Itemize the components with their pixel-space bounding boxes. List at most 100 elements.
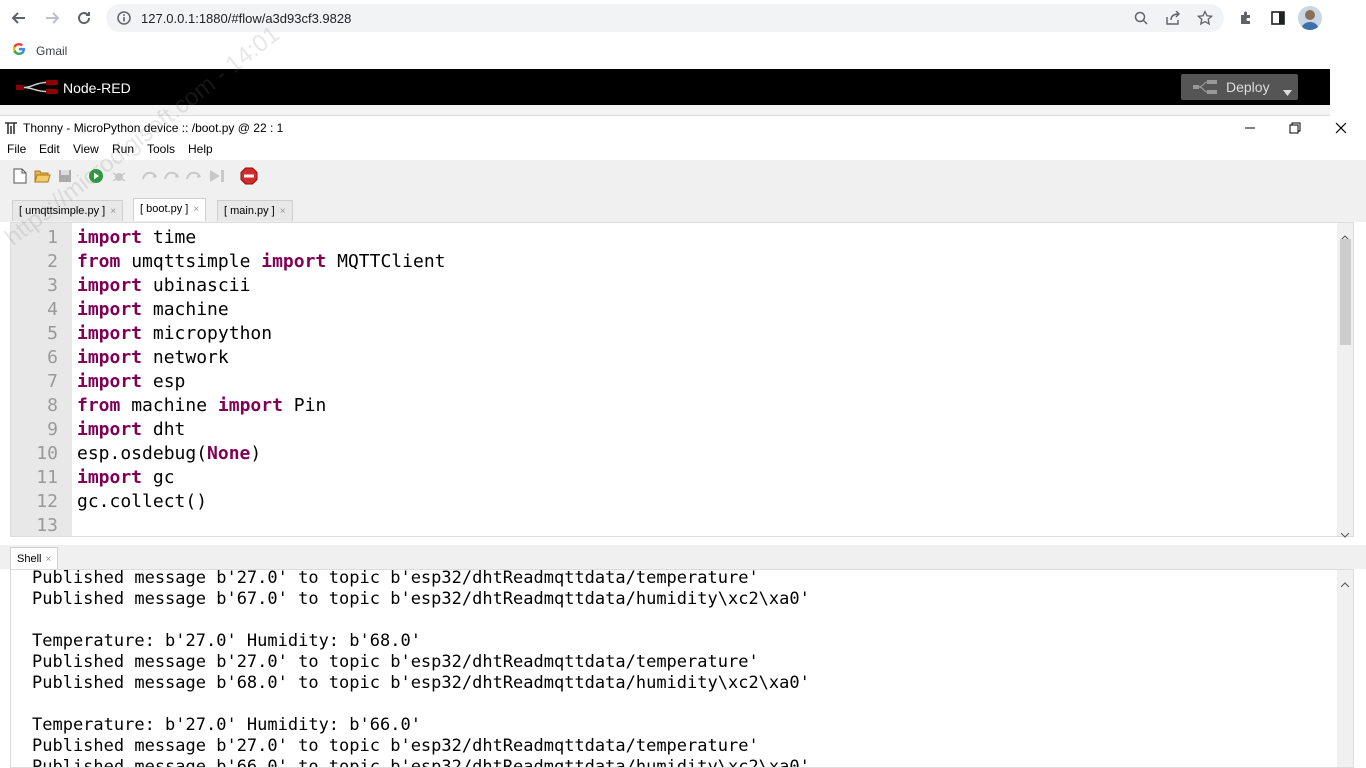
keyword: import bbox=[77, 371, 143, 392]
tab-label: [ boot.py ] bbox=[140, 203, 189, 215]
url-text: 127.0.0.1:1880/#flow/a3d93cf3.9828 bbox=[141, 11, 352, 26]
bookmark-gmail[interactable]: Gmail bbox=[12, 42, 67, 59]
keyword: import bbox=[77, 419, 143, 440]
tab-shell[interactable]: Shell × bbox=[10, 547, 59, 569]
code-text: MQTTClient bbox=[326, 251, 446, 272]
tab-umqttsimple[interactable]: [ umqttsimple.py ] × bbox=[12, 200, 124, 221]
shell-console[interactable]: Published message b'27.0' to topic b'esp… bbox=[10, 569, 1354, 768]
tab-close-icon[interactable]: × bbox=[45, 554, 51, 565]
scroll-up-icon[interactable] bbox=[1340, 574, 1350, 592]
forward-icon[interactable] bbox=[41, 7, 63, 29]
new-file-icon[interactable] bbox=[11, 167, 29, 185]
code-line: import machine bbox=[77, 299, 229, 320]
line-number: 11 bbox=[36, 467, 58, 488]
tab-close-icon[interactable]: × bbox=[280, 206, 286, 217]
code-line: import esp bbox=[77, 371, 185, 392]
info-icon[interactable] bbox=[115, 9, 133, 27]
code-editor[interactable]: 1 2 3 4 5 6 7 8 9 10 11 12 13 import time from umqtts… bbox=[10, 222, 1354, 538]
code-text: dht bbox=[142, 419, 186, 440]
code-line: import gc bbox=[77, 467, 175, 488]
shell-line: Temperature: b'27.0' Humidity: b'66.0' bbox=[32, 715, 421, 735]
shell-line: Published message b'67.0' to topic b'esp… bbox=[32, 589, 810, 609]
code-text: gc bbox=[142, 467, 175, 488]
code-line: import dht bbox=[77, 419, 185, 440]
menu-edit[interactable]: Edit bbox=[39, 142, 60, 156]
google-icon bbox=[12, 42, 26, 59]
side-panel-icon[interactable] bbox=[1267, 7, 1289, 29]
shell-line: Published message b'66.0' to topic b'esp… bbox=[32, 757, 810, 768]
deploy-icon bbox=[1193, 79, 1217, 100]
run-icon[interactable] bbox=[87, 167, 105, 185]
code-line: esp.osdebug(None) bbox=[77, 443, 261, 464]
line-number: 2 bbox=[47, 251, 58, 272]
code-line: from umqttsimple import MQTTClient bbox=[77, 251, 446, 272]
resume-icon[interactable] bbox=[208, 167, 226, 185]
line-number: 4 bbox=[47, 299, 58, 320]
shell-scrollbar[interactable] bbox=[1337, 570, 1353, 767]
deploy-button[interactable]: Deploy bbox=[1181, 74, 1298, 100]
profile-avatar[interactable] bbox=[1298, 6, 1322, 30]
minimize-icon[interactable] bbox=[1228, 118, 1272, 138]
share-icon[interactable] bbox=[1164, 9, 1182, 27]
thonny-app-icon bbox=[4, 122, 18, 140]
keyword: from bbox=[77, 251, 121, 272]
line-number: 1 bbox=[47, 227, 58, 248]
reload-icon[interactable] bbox=[73, 7, 95, 29]
window-title: Thonny - MicroPython device :: /boot.py … bbox=[23, 121, 284, 135]
code-line: import micropython bbox=[77, 323, 272, 344]
bookmarks-bar: Gmail bbox=[0, 36, 1366, 66]
code-text: machine bbox=[142, 299, 229, 320]
menu-file[interactable]: File bbox=[7, 142, 26, 156]
tab-boot[interactable]: [ boot.py ] × bbox=[133, 198, 207, 221]
code-text: esp bbox=[142, 371, 186, 392]
tab-close-icon[interactable]: × bbox=[193, 204, 199, 215]
open-file-icon[interactable] bbox=[33, 167, 51, 185]
code-text: ) bbox=[250, 443, 262, 464]
menu-run[interactable]: Run bbox=[112, 142, 134, 156]
scroll-down-icon[interactable] bbox=[1340, 525, 1350, 543]
step-into-icon[interactable] bbox=[163, 167, 181, 185]
address-bar[interactable]: 127.0.0.1:1880/#flow/a3d93cf3.9828 bbox=[106, 4, 1224, 32]
keyword: import bbox=[77, 299, 143, 320]
bookmark-label: Gmail bbox=[36, 43, 68, 58]
deploy-dropdown-icon[interactable] bbox=[1283, 83, 1292, 101]
code-text: esp.osdebug( bbox=[77, 443, 208, 464]
extensions-icon[interactable] bbox=[1235, 7, 1257, 29]
line-number: 3 bbox=[47, 275, 58, 296]
keyword: import bbox=[217, 395, 283, 416]
line-number: 13 bbox=[36, 515, 58, 536]
restore-icon[interactable] bbox=[1273, 118, 1317, 138]
menu-help[interactable]: Help bbox=[188, 142, 213, 156]
tab-main[interactable]: [ main.py ] × bbox=[217, 200, 293, 221]
code-line: from machine import Pin bbox=[77, 395, 326, 416]
step-over-icon[interactable] bbox=[141, 167, 159, 185]
tab-label: [ umqttsimple.py ] bbox=[19, 205, 106, 217]
step-out-icon[interactable] bbox=[185, 167, 203, 185]
save-icon[interactable] bbox=[56, 167, 74, 185]
tab-label: [ main.py ] bbox=[224, 205, 275, 217]
menu-bar: File Edit View Run Tools Help bbox=[0, 140, 1366, 160]
app-title: Node-RED bbox=[63, 80, 131, 96]
nodered-toolbar-strip bbox=[0, 105, 1330, 116]
scrollbar-thumb[interactable] bbox=[1340, 239, 1351, 345]
thonny-titlebar: Thonny - MicroPython device :: /boot.py … bbox=[0, 116, 1366, 140]
editor-tab-bar: [ umqttsimple.py ] × [ boot.py ] × [ main.… bbox=[0, 198, 1366, 222]
code-text: ubinascii bbox=[142, 275, 251, 296]
keyword: import bbox=[77, 347, 143, 368]
menu-tools[interactable]: Tools bbox=[147, 142, 175, 156]
menu-view[interactable]: View bbox=[73, 142, 99, 156]
code-line: import ubinascii bbox=[77, 275, 250, 296]
code-line: import time bbox=[77, 227, 196, 248]
back-icon[interactable] bbox=[8, 7, 30, 29]
browser-toolbar: 127.0.0.1:1880/#flow/a3d93cf3.9828 bbox=[0, 0, 1366, 36]
bookmark-star-icon[interactable] bbox=[1196, 9, 1214, 27]
zoom-icon[interactable] bbox=[1132, 9, 1150, 27]
close-window-icon[interactable] bbox=[1319, 118, 1363, 138]
code-line: gc.collect() bbox=[77, 491, 207, 512]
line-number: 10 bbox=[36, 443, 58, 464]
editor-scrollbar[interactable] bbox=[1337, 223, 1353, 538]
debug-icon[interactable] bbox=[110, 167, 128, 185]
stop-icon[interactable] bbox=[240, 167, 258, 185]
tab-close-icon[interactable]: × bbox=[110, 206, 116, 217]
code-line: import network bbox=[77, 347, 229, 368]
